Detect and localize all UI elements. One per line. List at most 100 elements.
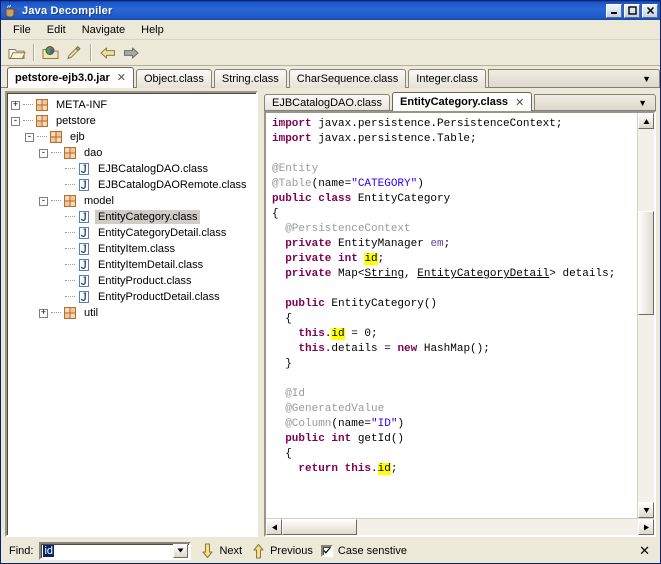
scroll-up-button[interactable] [638,113,654,129]
tab-object-class[interactable]: Object.class [136,69,212,88]
close-find-bar-icon[interactable]: ✕ [635,543,654,559]
keyword-token: public int [285,433,351,445]
scroll-right-button[interactable] [638,519,654,535]
find-input-value[interactable]: id [41,545,173,557]
menu-navigate[interactable]: Navigate [74,22,133,38]
chevron-down-icon[interactable]: ▼ [642,74,651,84]
code-token: { [272,313,292,325]
package-icon [35,114,49,128]
find-input[interactable]: id [39,542,191,560]
tree-item[interactable]: EntityCategoryDetail.class [11,225,256,241]
code-token: (name= [331,418,371,430]
tree-indent [11,129,25,145]
tab-label: Integer.class [416,73,478,85]
code-line: public int getId() [272,432,637,447]
menu-help[interactable]: Help [133,22,172,38]
code-token [272,253,285,265]
find-previous-button[interactable]: Previous [250,542,313,560]
menu-edit[interactable]: Edit [39,22,74,38]
tree-item[interactable]: EJBCatalogDAORemote.class [11,177,256,193]
tree-collapse-icon[interactable]: - [25,133,34,142]
menu-file[interactable]: File [5,22,39,38]
tree-connector [51,312,61,314]
tree-connector [51,152,61,154]
tree-connector [65,248,75,250]
find-next-button[interactable]: Next [199,542,242,560]
annotation-token: @GeneratedValue [272,403,384,415]
tree-item[interactable]: -petstore [11,113,256,129]
tree-item[interactable]: EntityItem.class [11,241,256,257]
open-type-icon[interactable] [40,42,62,64]
find-history-dropdown-icon[interactable] [173,544,188,558]
package-tree[interactable]: +META-INF-petstore-ejb-daoEJBCatalogDAO.… [5,91,258,537]
tab-integer-class[interactable]: Integer.class [408,69,486,88]
code-token [272,268,285,280]
case-sensitive-checkbox[interactable]: Case senstive [321,545,407,557]
tab-petstore-ejb-jar[interactable]: petstore-ejb3.0.jar ✕ [7,67,134,88]
tree-item-label: ejb [67,130,88,144]
tab-close-icon[interactable]: ✕ [117,73,126,84]
code-token: } [272,358,292,370]
tree-item[interactable]: EntityProduct.class [11,273,256,289]
code-editor: import javax.persistence.PersistenceCont… [264,111,656,537]
maximize-button[interactable] [624,4,640,18]
tree-indent [11,273,53,289]
tree-item[interactable]: +util [11,305,256,321]
tree-leaf-spacer [53,277,62,286]
tab-charsequence-class[interactable]: CharSequence.class [289,69,407,88]
hscroll-track[interactable] [282,519,638,535]
code-token: EntityCategory [351,193,450,205]
find-next-label: Next [219,545,242,557]
tree-item[interactable]: - dao [11,145,256,161]
forward-arrow-icon[interactable] [120,42,142,64]
code-line: @PersistenceContext [272,222,637,237]
tree-item[interactable]: + META-INF [11,97,256,113]
checkbox-box[interactable] [321,545,333,557]
close-button[interactable] [642,4,658,18]
tree-item-label: dao [81,146,105,160]
minimize-button[interactable] [606,4,622,18]
editor-horizontal-scrollbar[interactable] [266,518,654,535]
tree-collapse-icon[interactable]: - [39,149,48,158]
tab-ejbcatalogdao-class[interactable]: EJBCatalogDAO.class [264,94,390,111]
code-line: import javax.persistence.PersistenceCont… [272,117,637,132]
decompile-icon[interactable] [63,42,85,64]
tree-collapse-icon[interactable]: - [11,117,20,126]
java-class-icon [77,290,91,304]
chevron-down-icon[interactable]: ▼ [638,98,647,108]
search-match-token: id [378,463,391,475]
tree-indent [11,161,53,177]
tab-label: petstore-ejb3.0.jar [15,72,110,84]
tree-collapse-icon[interactable]: - [39,197,48,206]
scroll-down-button[interactable] [638,502,654,518]
tree-indent [11,209,53,225]
tree-item[interactable]: - ejb [11,129,256,145]
tree-item[interactable]: EntityCategory.class [11,209,256,225]
tree-expand-icon[interactable]: + [11,101,20,110]
code-token: em [430,238,443,250]
tree-leaf-spacer [53,229,62,238]
tab-string-class[interactable]: String.class [214,69,287,88]
keyword-token: public class [272,193,351,205]
source-code-view[interactable]: import javax.persistence.PersistenceCont… [266,113,637,518]
tree-indent [11,241,53,257]
tab-entitycategory-class[interactable]: EntityCategory.class ✕ [392,92,532,111]
tree-item[interactable]: EntityProductDetail.class [11,289,256,305]
tree-item[interactable]: -model [11,193,256,209]
open-file-icon[interactable] [6,42,28,64]
tree-item[interactable]: EJBCatalogDAO.class [11,161,256,177]
editor-vertical-scrollbar[interactable] [637,113,654,518]
tree-expand-icon[interactable]: + [39,309,48,318]
vscroll-thumb[interactable] [638,211,654,315]
tree-item-label: META-INF [53,98,110,112]
tree-indent [11,289,53,305]
vscroll-track[interactable] [638,129,654,502]
tab-close-icon[interactable]: ✕ [515,96,524,109]
code-line: public EntityCategory() [272,297,637,312]
hscroll-thumb[interactable] [282,519,357,535]
code-line: @Entity [272,162,637,177]
scroll-left-button[interactable] [266,519,282,535]
tree-leaf-spacer [53,261,62,270]
back-arrow-icon[interactable] [97,42,119,64]
tree-item[interactable]: EntityItemDetail.class [11,257,256,273]
